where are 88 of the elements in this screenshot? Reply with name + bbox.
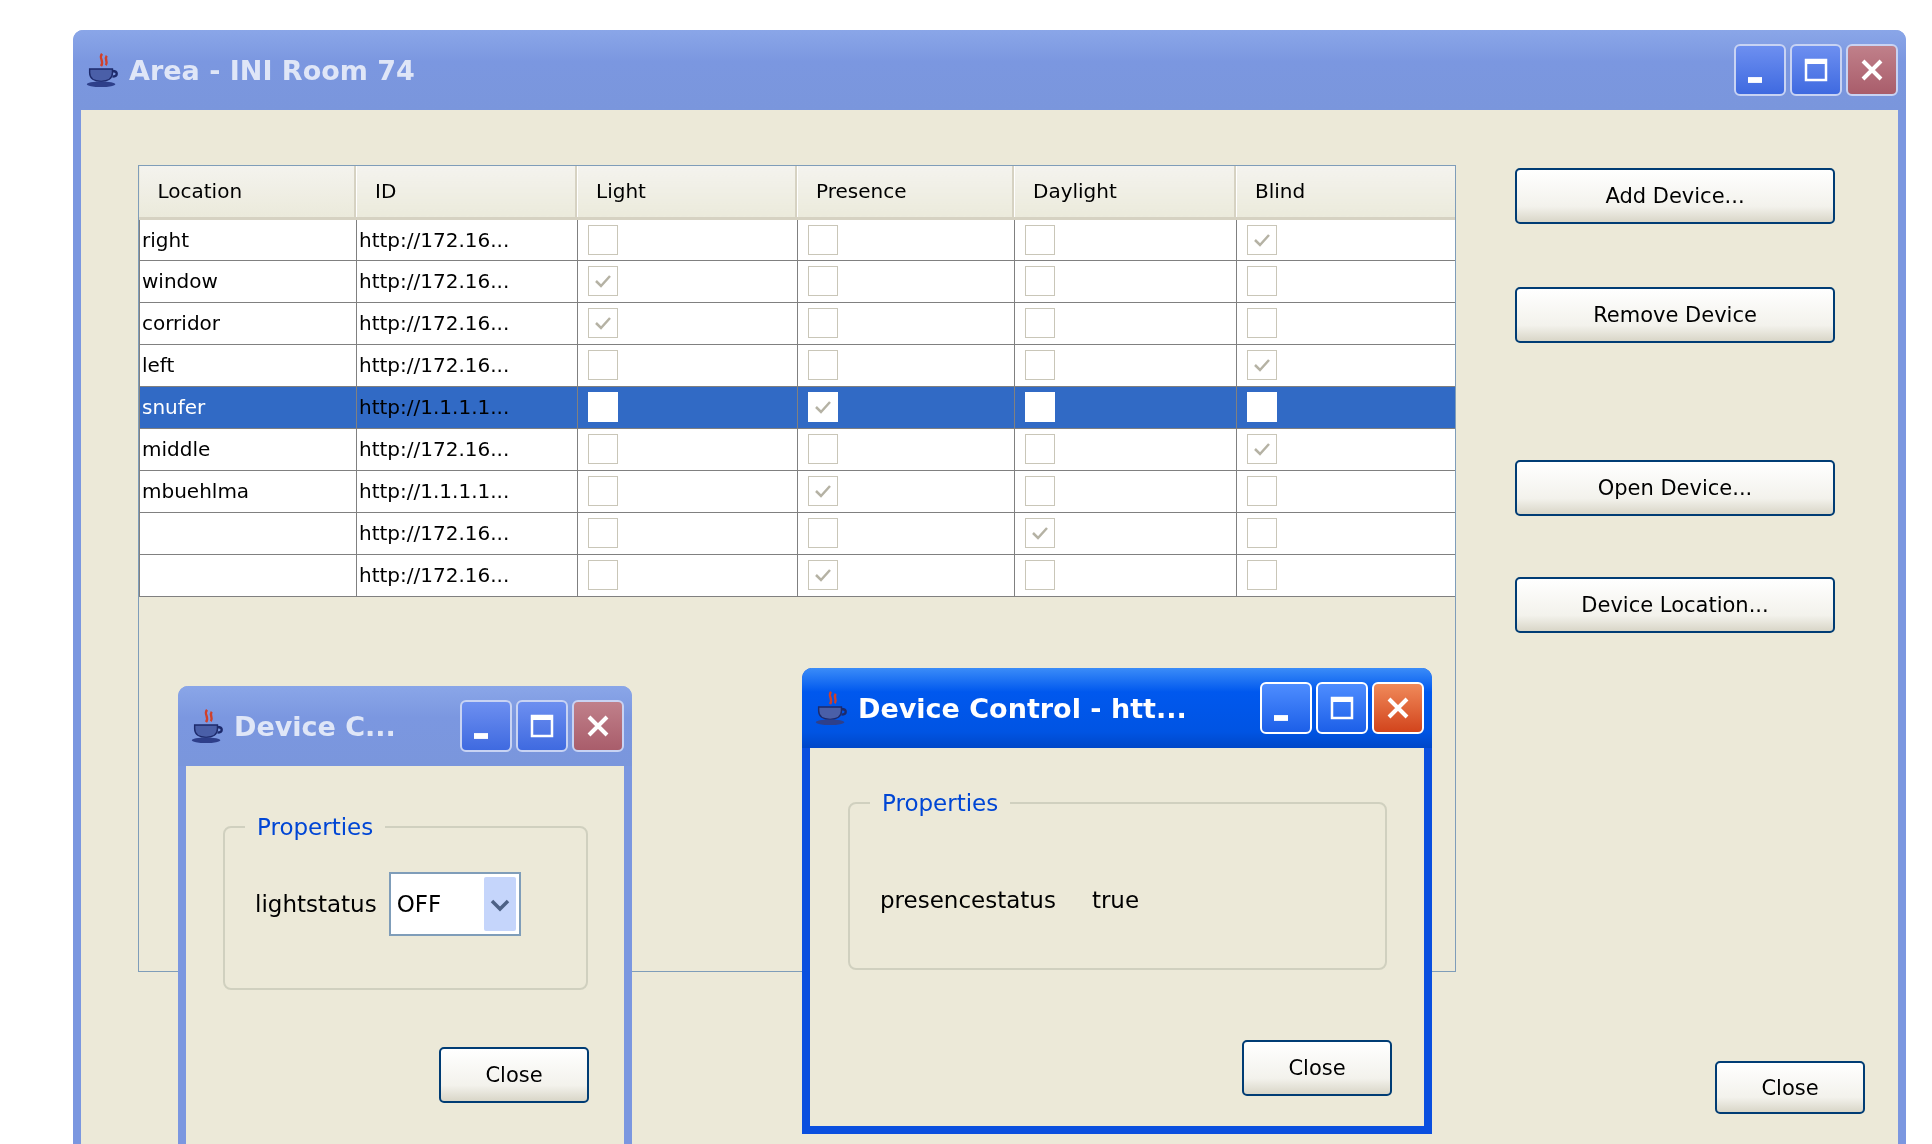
- checkbox[interactable]: [588, 350, 618, 380]
- checkbox[interactable]: [588, 560, 618, 590]
- checkbox[interactable]: [1025, 518, 1055, 548]
- checkbox[interactable]: [1247, 560, 1277, 590]
- action-button[interactable]: Remove Device: [1515, 287, 1835, 343]
- window-title: Device C...: [234, 710, 397, 742]
- table-cell: http://172.16...: [359, 227, 510, 252]
- checkbox[interactable]: [1247, 434, 1277, 464]
- checkbox[interactable]: [1025, 266, 1055, 296]
- column-header[interactable]: Blind: [1236, 166, 1455, 218]
- checkbox[interactable]: [808, 476, 838, 506]
- table-cell: middle: [142, 437, 211, 461]
- checkbox[interactable]: [808, 518, 838, 548]
- checkbox[interactable]: [1025, 560, 1055, 590]
- window-title: Device Control - htt...: [858, 692, 1188, 724]
- table-cell: left: [142, 353, 175, 377]
- checkbox[interactable]: [1247, 266, 1277, 296]
- checkbox[interactable]: [1025, 224, 1055, 255]
- minimize-button[interactable]: [460, 700, 512, 752]
- table-row[interactable]: left http://172.16...: [139, 344, 1455, 386]
- table-row[interactable]: http://172.16...: [139, 554, 1455, 596]
- table-cell: http://1.1.1.1...: [359, 395, 510, 419]
- checkbox[interactable]: [808, 308, 838, 338]
- table-cell: http://172.16...: [359, 563, 510, 587]
- checkbox[interactable]: [1247, 476, 1277, 506]
- dropdown-value: OFF: [396, 891, 443, 917]
- close-button[interactable]: Close: [1242, 1040, 1392, 1096]
- close-button[interactable]: [1846, 44, 1898, 96]
- checkbox[interactable]: [1025, 350, 1055, 380]
- checkbox[interactable]: [588, 518, 618, 548]
- minimize-icon: [1274, 715, 1288, 721]
- table-row[interactable]: http://172.16...: [139, 512, 1455, 554]
- group-title: Properties: [256, 814, 375, 840]
- column-header[interactable]: Location: [139, 166, 357, 218]
- table-cell: http://172.16...: [359, 521, 510, 545]
- field-label: presencestatus: [880, 887, 1056, 913]
- table-cell: snufer: [142, 395, 206, 419]
- dropdown[interactable]: OFF: [388, 872, 521, 936]
- checkbox[interactable]: [808, 560, 838, 590]
- table-cell: right: [142, 227, 189, 252]
- column-header[interactable]: Presence: [797, 166, 1015, 218]
- column-header[interactable]: ID: [356, 166, 578, 218]
- table-row[interactable]: middle http://172.16...: [139, 428, 1455, 470]
- table-cell: http://172.16...: [359, 269, 510, 293]
- window-title: Area - INI Room 74: [129, 54, 416, 86]
- maximize-button[interactable]: [1790, 44, 1842, 96]
- table-cell: mbuehlma: [142, 479, 250, 503]
- table-row[interactable]: right http://172.16...: [139, 218, 1455, 260]
- checkbox[interactable]: [588, 434, 618, 464]
- close-button[interactable]: Close: [439, 1047, 589, 1103]
- checkbox[interactable]: [1025, 434, 1055, 464]
- checkbox[interactable]: [1247, 518, 1277, 548]
- minimize-icon: [474, 733, 488, 739]
- checkbox[interactable]: [588, 266, 618, 296]
- checkbox[interactable]: [1025, 476, 1055, 506]
- checkbox[interactable]: [588, 308, 618, 338]
- checkbox[interactable]: [588, 476, 618, 506]
- checkbox[interactable]: [1025, 308, 1055, 338]
- checkbox[interactable]: [1247, 350, 1277, 380]
- action-button[interactable]: Add Device...: [1515, 168, 1835, 224]
- column-header[interactable]: Light: [577, 166, 798, 218]
- group-title: Properties: [881, 790, 1000, 816]
- close-button[interactable]: Close: [1715, 1061, 1865, 1114]
- column-header[interactable]: Daylight: [1014, 166, 1237, 218]
- table-cell: http://172.16...: [359, 437, 510, 461]
- action-button[interactable]: Open Device...: [1515, 460, 1835, 516]
- action-button[interactable]: Device Location...: [1515, 577, 1835, 633]
- checkbox[interactable]: [1247, 308, 1277, 338]
- table-cell: window: [142, 269, 218, 293]
- minimize-button[interactable]: [1734, 44, 1786, 96]
- checkbox[interactable]: [808, 434, 838, 464]
- close-button[interactable]: [572, 700, 624, 752]
- table-row[interactable]: mbuehlma http://1.1.1.1...: [139, 470, 1455, 512]
- minimize-icon: [1748, 77, 1762, 83]
- table-cell: http://1.1.1.1...: [359, 479, 510, 503]
- table-cell: http://172.16...: [359, 311, 510, 335]
- checkbox[interactable]: [808, 224, 838, 255]
- table-row[interactable]: corridor http://172.16...: [139, 302, 1455, 344]
- table-cell: http://172.16...: [359, 353, 510, 377]
- checkbox[interactable]: [808, 350, 838, 380]
- table-cell: corridor: [142, 311, 221, 335]
- table-row[interactable]: window http://172.16...: [139, 260, 1455, 302]
- checkbox[interactable]: [588, 224, 618, 255]
- checkbox[interactable]: [808, 266, 838, 296]
- field-value: true: [1091, 887, 1140, 913]
- field-label: lightstatus: [255, 891, 377, 917]
- checkbox[interactable]: [1247, 224, 1277, 255]
- maximize-button[interactable]: [516, 700, 568, 752]
